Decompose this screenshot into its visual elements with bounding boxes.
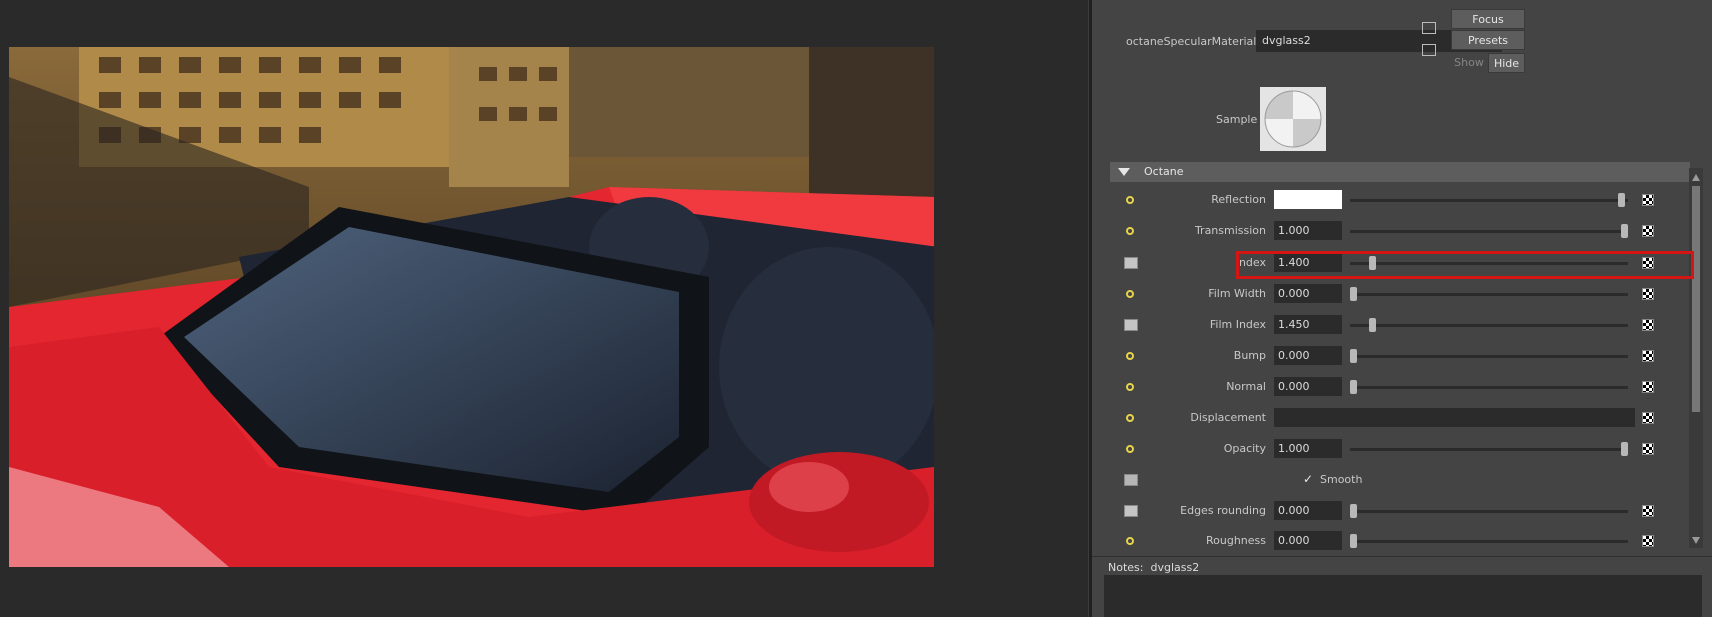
opacity-field[interactable]: 1.000 <box>1274 439 1342 458</box>
displacement-label: Displacement <box>1190 411 1266 424</box>
render-viewport <box>0 0 1088 617</box>
map-checker-icon[interactable] <box>1642 443 1654 455</box>
normal-label: Normal <box>1226 380 1266 393</box>
film-index-field[interactable]: 1.450 <box>1274 315 1342 334</box>
input-connection-icon[interactable] <box>1422 22 1436 34</box>
opacity-slider-handle[interactable] <box>1621 442 1628 456</box>
film-index-slider-handle[interactable] <box>1368 318 1376 332</box>
normal-field[interactable]: 0.000 <box>1274 377 1342 396</box>
bump-field[interactable]: 0.000 <box>1274 346 1342 365</box>
notes-label: Notes: dvglass2 <box>1108 561 1200 574</box>
film-index-label: Film Index <box>1209 318 1266 331</box>
attr-row-film-index: Film Index 1.450 <box>1110 313 1686 337</box>
normal-slider-handle[interactable] <box>1350 380 1357 394</box>
output-connection-icon[interactable] <box>1422 44 1436 56</box>
film-width-field[interactable]: 0.000 <box>1274 284 1342 303</box>
opacity-slider[interactable] <box>1350 448 1628 451</box>
edges-rounding-slider-handle[interactable] <box>1350 504 1357 518</box>
roughness-field[interactable]: 0.000 <box>1274 531 1342 550</box>
render-image <box>9 47 934 567</box>
attribute-editor: octaneSpecularMaterial: dvglass2 Focus P… <box>1092 0 1712 617</box>
octane-section-header[interactable]: Octane <box>1110 162 1690 182</box>
film-width-slider-handle[interactable] <box>1350 287 1357 301</box>
map-checker-icon[interactable] <box>1642 535 1654 547</box>
presets-button[interactable]: Presets <box>1451 30 1525 50</box>
attr-row-smooth: ✓ Smooth <box>1110 468 1686 492</box>
car-render-illustration <box>9 47 934 567</box>
show-button[interactable]: Show <box>1451 53 1487 73</box>
edges-rounding-field[interactable]: 0.000 <box>1274 501 1342 520</box>
map-checker-icon[interactable] <box>1642 194 1654 206</box>
attr-row-reflection: Reflection <box>1110 188 1686 212</box>
bump-slider[interactable] <box>1350 355 1628 358</box>
transmission-field[interactable]: 1.000 <box>1274 221 1342 240</box>
dot-icon[interactable] <box>1126 196 1134 204</box>
transmission-slider[interactable] <box>1350 230 1628 233</box>
reflection-slider[interactable] <box>1350 199 1628 202</box>
curve-icon[interactable] <box>1124 505 1138 517</box>
dot-icon[interactable] <box>1126 227 1134 235</box>
map-checker-icon[interactable] <box>1642 319 1654 331</box>
section-title: Octane <box>1144 165 1184 178</box>
smooth-checkbox[interactable]: ✓ <box>1303 473 1316 486</box>
dot-icon[interactable] <box>1126 383 1134 391</box>
map-checker-icon[interactable] <box>1642 505 1654 517</box>
transmission-slider-handle[interactable] <box>1621 224 1628 238</box>
sample-sphere-icon <box>1260 87 1326 151</box>
dot-icon[interactable] <box>1126 445 1134 453</box>
transmission-label: Transmission <box>1194 224 1266 237</box>
notes-header: Notes: dvglass2 <box>1092 556 1712 576</box>
attr-row-film-width: Film Width 0.000 <box>1110 282 1686 306</box>
reflection-slider-handle[interactable] <box>1618 193 1626 207</box>
roughness-label: Roughness <box>1205 534 1266 547</box>
scroll-down-arrow-icon[interactable] <box>1692 537 1700 544</box>
film-index-slider[interactable] <box>1350 324 1628 327</box>
map-checker-icon[interactable] <box>1642 412 1654 424</box>
roughness-slider[interactable] <box>1350 540 1628 543</box>
scroll-up-arrow-icon[interactable] <box>1692 174 1700 181</box>
film-width-label: Film Width <box>1208 287 1266 300</box>
opacity-label: Opacity <box>1223 442 1266 455</box>
curve-icon[interactable] <box>1124 257 1138 269</box>
map-checker-icon[interactable] <box>1642 225 1654 237</box>
film-width-slider[interactable] <box>1350 293 1628 296</box>
attr-row-transmission: Transmission 1.000 <box>1110 219 1686 243</box>
attr-row-displacement: Displacement <box>1110 406 1686 430</box>
material-type-label: octaneSpecularMaterial: <box>1126 35 1261 48</box>
attr-row-roughness: Roughness 0.000 <box>1110 529 1686 553</box>
bump-slider-handle[interactable] <box>1350 349 1357 363</box>
edges-rounding-slider[interactable] <box>1350 510 1628 513</box>
displacement-field[interactable] <box>1274 408 1635 427</box>
attr-row-edges-rounding: Edges rounding 0.000 <box>1110 499 1686 523</box>
attr-row-bump: Bump 0.000 <box>1110 344 1686 368</box>
focus-button[interactable]: Focus <box>1451 9 1525 29</box>
attr-row-normal: Normal 0.000 <box>1110 375 1686 399</box>
map-checker-icon[interactable] <box>1642 381 1654 393</box>
dot-icon[interactable] <box>1126 352 1134 360</box>
material-sample-swatch <box>1260 87 1326 151</box>
bump-label: Bump <box>1233 349 1266 362</box>
scroll-thumb[interactable] <box>1692 186 1700 412</box>
edges-rounding-label: Edges rounding <box>1180 504 1266 517</box>
dot-icon[interactable] <box>1126 290 1134 298</box>
normal-slider[interactable] <box>1350 386 1628 389</box>
stepper-icon[interactable] <box>1124 474 1138 486</box>
curve-icon[interactable] <box>1124 319 1138 331</box>
roughness-slider-handle[interactable] <box>1350 534 1357 548</box>
index-highlight-box <box>1236 251 1694 279</box>
dot-icon[interactable] <box>1126 414 1134 422</box>
reflection-label: Reflection <box>1211 193 1266 206</box>
map-checker-icon[interactable] <box>1642 288 1654 300</box>
smooth-label: Smooth <box>1320 473 1363 486</box>
reflection-field[interactable] <box>1274 190 1342 209</box>
map-checker-icon[interactable] <box>1642 350 1654 362</box>
hide-button[interactable]: Hide <box>1488 53 1525 73</box>
dot-icon[interactable] <box>1126 537 1134 545</box>
attr-row-opacity: Opacity 1.000 <box>1110 437 1686 461</box>
collapse-triangle-icon[interactable] <box>1118 168 1130 176</box>
notes-textarea[interactable] <box>1104 575 1702 617</box>
sample-label: Sample <box>1216 113 1258 126</box>
